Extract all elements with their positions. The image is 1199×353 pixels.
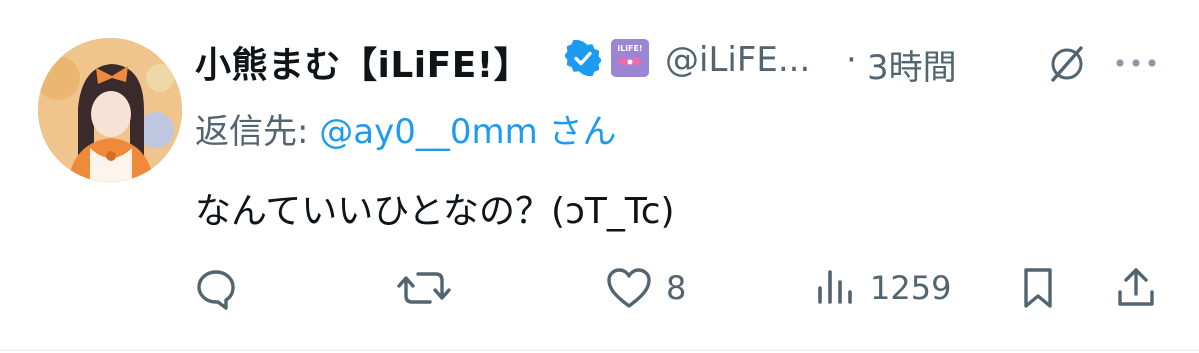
- bookmark-icon: [1016, 264, 1060, 312]
- reply-icon: [192, 264, 240, 312]
- affiliation-badge-label: iLiFE!: [617, 44, 642, 53]
- reply-to-prefix: 返信先:: [195, 112, 320, 152]
- like-button[interactable]: 8: [604, 258, 686, 318]
- verified-badge-icon[interactable]: [564, 39, 602, 77]
- share-button[interactable]: [1112, 258, 1160, 318]
- share-icon: [1112, 264, 1160, 312]
- bookmark-button[interactable]: [1016, 258, 1060, 318]
- tweet-text: なんていいひとなの？(ↄT_Tc): [195, 191, 675, 232]
- views-count: 1259: [870, 269, 952, 307]
- like-count: 8: [666, 269, 687, 307]
- more-icon[interactable]: [1112, 54, 1160, 67]
- retweet-icon: [396, 264, 452, 312]
- retweet-button[interactable]: [396, 258, 464, 318]
- timestamp[interactable]: 3時間: [867, 40, 957, 89]
- avatar[interactable]: [38, 38, 182, 182]
- author-handle[interactable]: @iLiFE...: [665, 40, 810, 80]
- tweet[interactable]: 小熊まむ【iLiFE!】 iLiFE! @iLiFE... · 3時間 返信先:…: [0, 0, 1199, 353]
- grok-icon[interactable]: [1045, 42, 1089, 86]
- separator-dot: ·: [846, 40, 857, 80]
- reply-to-mention[interactable]: @ay0__0mm: [319, 112, 537, 152]
- tweet-header: 小熊まむ【iLiFE!】 iLiFE! @iLiFE... · 3時間: [195, 30, 1195, 90]
- reply-to-suffix[interactable]: さん: [538, 112, 617, 152]
- like-icon: [604, 264, 654, 312]
- reply-button[interactable]: [192, 258, 252, 318]
- reply-to-line: 返信先: @ay0__0mm さん: [195, 104, 617, 153]
- divider: [0, 349, 1199, 351]
- author-display-name[interactable]: 小熊まむ【iLiFE!】: [195, 36, 530, 88]
- views-icon: [810, 264, 858, 312]
- views-button[interactable]: 1259: [810, 258, 951, 318]
- affiliation-badge-icon[interactable]: iLiFE!: [611, 39, 649, 77]
- action-bar: 8 1259: [0, 258, 1199, 318]
